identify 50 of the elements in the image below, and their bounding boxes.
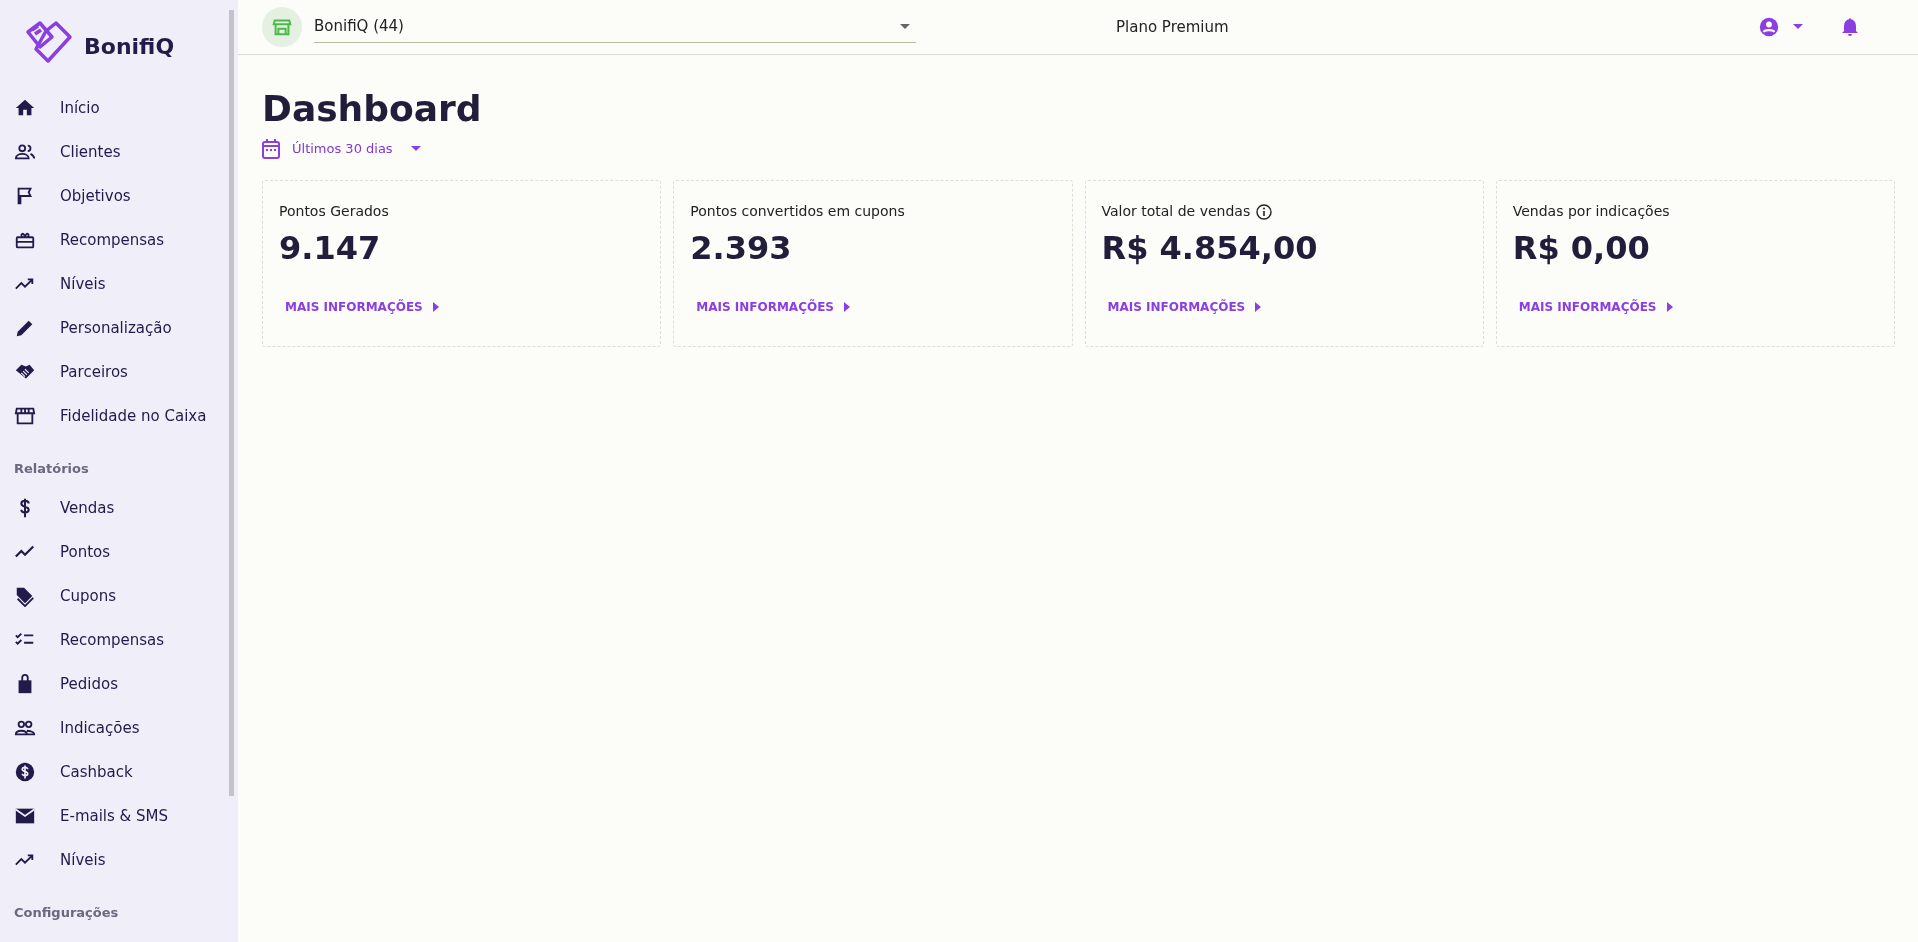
nav-icon (14, 405, 36, 427)
stat-value: 2.393 (690, 228, 792, 268)
nav-icon (14, 585, 36, 607)
section-heading: Relatórios (14, 459, 89, 478)
account-icon[interactable] (1759, 17, 1779, 37)
nav-item[interactable]: Indicações (0, 706, 238, 750)
caret-icon (432, 302, 439, 312)
notifications-bell-icon[interactable] (1841, 17, 1859, 37)
nav-item[interactable]: Recompensas (0, 618, 238, 662)
nav-item[interactable]: Cupons (0, 574, 238, 618)
nav-item[interactable]: Personalização (0, 306, 238, 350)
more-info-link[interactable]: MAIS INFORMAÇÕES (696, 298, 850, 316)
card-title: Vendas por indicações (1512, 202, 1670, 221)
dropdown-caret-icon (410, 146, 421, 152)
nav-item[interactable]: Pontos (0, 530, 238, 574)
logo-text: BonifiQ (84, 33, 175, 61)
info-icon[interactable] (1256, 203, 1273, 220)
card-title: Pontos Gerados (279, 202, 389, 221)
card-title: Valor total de vendas (1101, 202, 1251, 221)
plan-label: Plano Premium (1116, 16, 1229, 38)
nav-item[interactable]: Início (0, 86, 238, 130)
nav-item[interactable]: Níveis (0, 262, 238, 306)
more-info-link[interactable]: MAIS INFORMAÇÕES (285, 298, 439, 316)
nav-item[interactable]: Cashback (0, 750, 238, 794)
more-info-link[interactable]: MAIS INFORMAÇÕES (1518, 298, 1673, 316)
dropdown-caret-icon (900, 23, 910, 30)
nav-item[interactable]: Vendas (0, 486, 238, 530)
period-select[interactable]: Últimos 30 dias (262, 139, 421, 159)
nav-item[interactable]: E-mails & SMS (0, 794, 238, 838)
dropdown-caret-icon[interactable] (1793, 24, 1803, 30)
card-title: Pontos convertidos em cupons (690, 202, 905, 221)
caret-icon (1666, 302, 1673, 312)
nav-item[interactable]: Níveis (0, 838, 238, 882)
stat-value: R$ 0,00 (1512, 228, 1650, 268)
caret-icon (1255, 302, 1262, 312)
nav-item[interactable]: Pedidos (0, 662, 238, 706)
nav-icon (14, 761, 36, 783)
stat-value: 9.147 (279, 228, 381, 268)
nav-item[interactable]: Clientes (0, 130, 238, 174)
page-title: Dashboard (262, 91, 483, 127)
section-heading: Configurações (14, 903, 119, 922)
caret-icon (844, 302, 850, 312)
more-info-link[interactable]: MAIS INFORMAÇÕES (1107, 298, 1262, 316)
stat-value: R$ 4.854,00 (1101, 228, 1318, 268)
calendar-icon (262, 139, 280, 159)
nav-item[interactable]: Objetivos (0, 174, 238, 218)
nav-item[interactable]: Recompensas (0, 218, 238, 262)
nav-item[interactable]: Fidelidade no Caixa (0, 394, 238, 438)
nav-item[interactable]: Parceiros (0, 350, 238, 394)
store-select[interactable]: BonifiQ (44) (314, 11, 916, 43)
